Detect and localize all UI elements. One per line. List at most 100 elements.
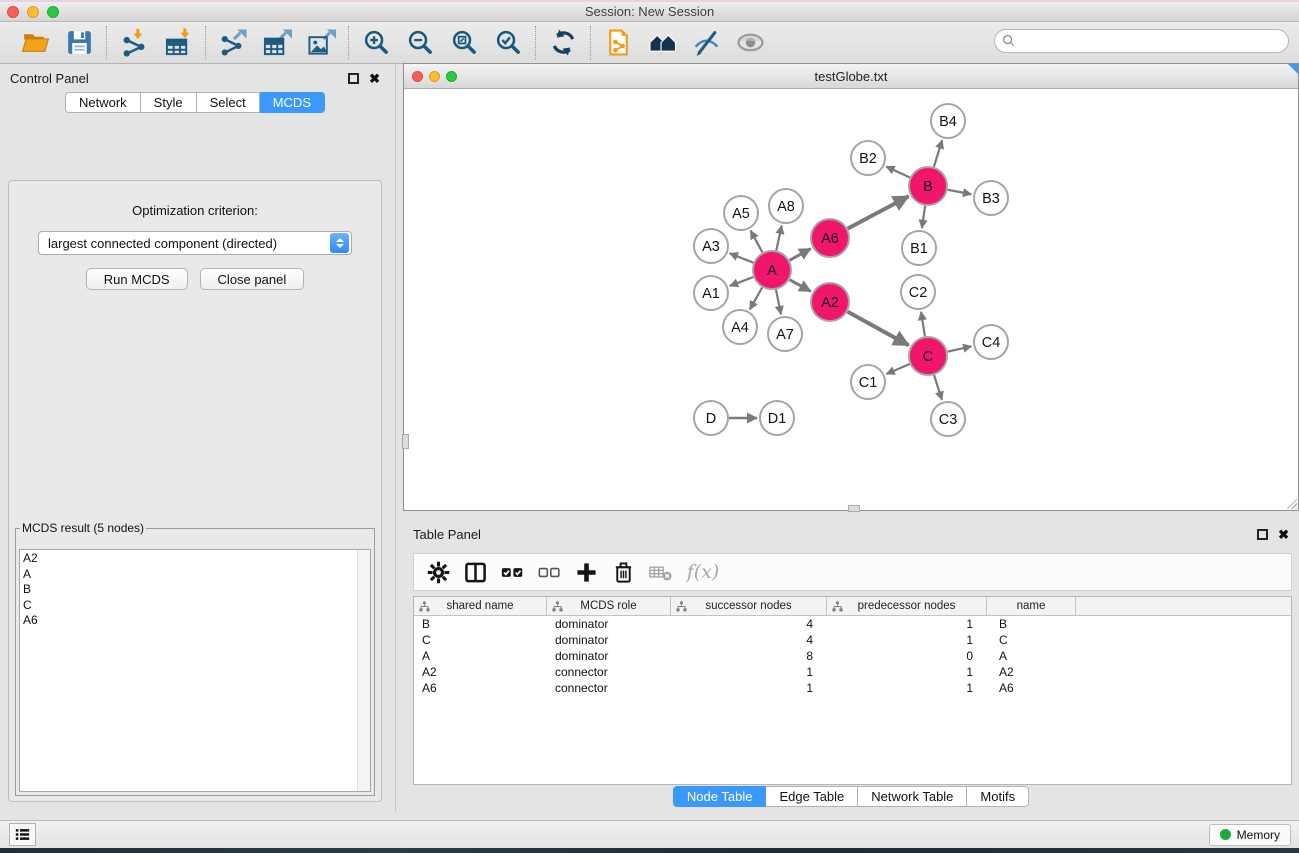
table-cell[interactable]: A6 bbox=[987, 680, 1076, 696]
edge-A-A1[interactable] bbox=[730, 277, 754, 286]
view-grow-corner-icon[interactable] bbox=[1288, 64, 1298, 74]
export-network-button[interactable] bbox=[215, 26, 251, 60]
edge-A2-C[interactable] bbox=[848, 312, 909, 346]
node-C2[interactable]: C2 bbox=[901, 275, 935, 309]
tab-mcds[interactable]: MCDS bbox=[260, 92, 325, 113]
table-row[interactable]: Adominator80A bbox=[414, 648, 1291, 664]
node-C4[interactable]: C4 bbox=[974, 325, 1008, 359]
table-cell[interactable]: 4 bbox=[671, 616, 827, 632]
table-row[interactable]: A6connector11A6 bbox=[414, 680, 1291, 696]
table-cell[interactable]: 4 bbox=[671, 632, 827, 648]
node-D1[interactable]: D1 bbox=[760, 401, 794, 435]
task-history-button[interactable] bbox=[9, 823, 36, 846]
table-tab-edge-table[interactable]: Edge Table bbox=[766, 786, 858, 807]
tab-network[interactable]: Network bbox=[65, 92, 141, 113]
node-A5[interactable]: A5 bbox=[724, 196, 758, 230]
edge-A-A4[interactable] bbox=[750, 287, 762, 309]
refresh-button[interactable] bbox=[545, 26, 581, 60]
node-C3[interactable]: C3 bbox=[931, 402, 965, 436]
edge-C-C1[interactable] bbox=[886, 364, 909, 374]
table-cell[interactable]: connector bbox=[547, 680, 671, 696]
edge-A-A5[interactable] bbox=[751, 231, 763, 253]
table-options-button[interactable] bbox=[422, 557, 455, 587]
edge-A6-B[interactable] bbox=[848, 196, 909, 228]
table-row[interactable]: Bdominator41B bbox=[414, 616, 1291, 632]
node-B1[interactable]: B1 bbox=[902, 231, 936, 265]
edge-A-A7[interactable] bbox=[776, 290, 781, 315]
mcds-result-item[interactable]: B bbox=[23, 582, 370, 598]
network-canvas[interactable]: B4B2BB3A5A8A6B1A3AC2A1A2A4A7C4CC1C3DD1 bbox=[404, 89, 1298, 510]
table-cell[interactable]: C bbox=[987, 632, 1076, 648]
table-cell[interactable]: 1 bbox=[671, 680, 827, 696]
table-cell[interactable]: 1 bbox=[671, 664, 827, 680]
table-cell[interactable]: A bbox=[414, 648, 547, 664]
open-session-button[interactable] bbox=[17, 26, 53, 60]
import-network-button[interactable] bbox=[116, 26, 152, 60]
edge-B-B2[interactable] bbox=[886, 166, 910, 177]
node-A1[interactable]: A1 bbox=[694, 276, 728, 310]
delete-button[interactable] bbox=[607, 557, 640, 587]
table-row[interactable]: Cdominator41C bbox=[414, 632, 1291, 648]
hide-graphics-details-button[interactable] bbox=[688, 26, 724, 60]
result-scrollbar[interactable] bbox=[357, 550, 370, 791]
network-from-selection-button[interactable] bbox=[600, 26, 636, 60]
criterion-dropdown[interactable]: largest connected component (directed) bbox=[38, 231, 352, 255]
node-B2[interactable]: B2 bbox=[851, 141, 885, 175]
add-button[interactable] bbox=[570, 557, 603, 587]
table-row[interactable]: A2connector11A2 bbox=[414, 664, 1291, 680]
node-C[interactable]: C bbox=[909, 337, 947, 375]
node-A8[interactable]: A8 bbox=[769, 189, 803, 223]
table-tab-node-table[interactable]: Node Table bbox=[673, 786, 767, 807]
zoom-fit-button[interactable] bbox=[446, 26, 482, 60]
edge-A-A8[interactable] bbox=[776, 226, 781, 251]
float-panel-icon[interactable] bbox=[348, 73, 359, 84]
table-cell[interactable]: 8 bbox=[671, 648, 827, 664]
edge-C-C4[interactable] bbox=[948, 346, 972, 351]
node-C1[interactable]: C1 bbox=[851, 365, 885, 399]
edge-C-C2[interactable] bbox=[921, 312, 925, 336]
tab-select[interactable]: Select bbox=[197, 92, 260, 113]
column-header-name[interactable]: name bbox=[987, 597, 1076, 615]
tab-style[interactable]: Style bbox=[141, 92, 197, 113]
node-A4[interactable]: A4 bbox=[723, 310, 757, 344]
table-cell[interactable]: 0 bbox=[827, 648, 987, 664]
table-tab-motifs[interactable]: Motifs bbox=[967, 786, 1029, 807]
search-input[interactable] bbox=[994, 29, 1289, 53]
table-cell[interactable]: 1 bbox=[827, 680, 987, 696]
show-column-button[interactable] bbox=[459, 557, 492, 587]
edge-A-A2[interactable] bbox=[790, 280, 811, 292]
table-cell[interactable]: B bbox=[987, 616, 1076, 632]
float-table-panel-icon[interactable] bbox=[1257, 529, 1268, 540]
import-table-button[interactable] bbox=[160, 26, 196, 60]
export-image-button[interactable] bbox=[303, 26, 339, 60]
table-cell[interactable]: C bbox=[414, 632, 547, 648]
run-mcds-button[interactable]: Run MCDS bbox=[86, 268, 188, 290]
edge-C-C3[interactable] bbox=[934, 375, 942, 400]
table-tab-network-table[interactable]: Network Table bbox=[858, 786, 967, 807]
edge-A-A6[interactable] bbox=[790, 249, 811, 261]
mcds-result-item[interactable]: C bbox=[23, 598, 370, 614]
close-panel-button[interactable]: Close panel bbox=[200, 268, 305, 290]
table-cell[interactable]: 1 bbox=[827, 616, 987, 632]
mcds-result-item[interactable]: A2 bbox=[23, 551, 370, 567]
mcds-result-item[interactable]: A6 bbox=[23, 613, 370, 629]
node-B3[interactable]: B3 bbox=[974, 181, 1008, 215]
show-graphics-details-button[interactable] bbox=[732, 26, 768, 60]
column-header-predecessor-nodes[interactable]: predecessor nodes bbox=[827, 597, 987, 615]
zoom-selected-button[interactable] bbox=[490, 26, 526, 60]
table-cell[interactable]: connector bbox=[547, 664, 671, 680]
table-cell[interactable]: 1 bbox=[827, 632, 987, 648]
table-cell[interactable]: A bbox=[987, 648, 1076, 664]
node-A3[interactable]: A3 bbox=[694, 229, 728, 263]
deselect-all-button[interactable] bbox=[533, 557, 566, 587]
mcds-result-item[interactable]: A bbox=[23, 567, 370, 583]
node-A7[interactable]: A7 bbox=[768, 317, 802, 351]
edge-B-B1[interactable] bbox=[922, 206, 925, 228]
table-cell[interactable]: B bbox=[414, 616, 547, 632]
table-cell[interactable]: A6 bbox=[414, 680, 547, 696]
edge-B-B4[interactable] bbox=[934, 140, 942, 167]
table-cell[interactable]: dominator bbox=[547, 616, 671, 632]
edge-B-B3[interactable] bbox=[948, 190, 972, 195]
table-cell[interactable]: A2 bbox=[987, 664, 1076, 680]
table-cell[interactable]: 1 bbox=[827, 664, 987, 680]
